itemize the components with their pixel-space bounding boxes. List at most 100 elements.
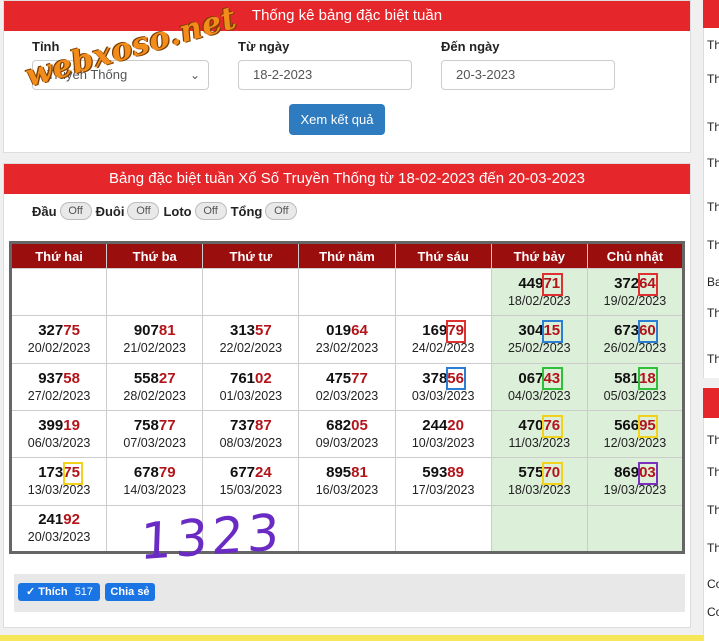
share-button[interactable]: Chia sẻ (105, 583, 155, 601)
number-prefix: 758 (133, 417, 159, 435)
result-date: 20/02/2023 (27, 341, 91, 356)
from-date-input[interactable]: 18-2-2023 (238, 60, 412, 90)
sidebar-item[interactable]: Th lo (707, 72, 719, 86)
like-label: Thích (38, 586, 68, 598)
page: Thống kê bảng đặc biệt tuần Tỉnh Truyền … (0, 0, 719, 641)
number-tail: 89 (447, 464, 464, 482)
result-number: 90781 (107, 322, 202, 340)
highlight-marker (445, 367, 467, 391)
result-date: 18/03/2023 (507, 483, 571, 498)
number-prefix: 895 (326, 464, 352, 482)
sidebar-item[interactable]: Th (707, 200, 719, 214)
table-row: 24192 20/03/2023 (9, 504, 685, 554)
toggle-tong[interactable]: Off (265, 202, 298, 220)
sidebar-item[interactable]: Th th (707, 306, 719, 320)
sidebar-item[interactable]: Th (707, 120, 719, 134)
result-cell: 37264 19/02/2023 (586, 267, 685, 317)
number-tail: 92 (63, 511, 80, 529)
sidebar-item[interactable]: Co (707, 577, 719, 591)
sidebar-item[interactable]: Th (707, 541, 719, 555)
result-number: 47076 (492, 417, 587, 435)
like-count: 517 (74, 586, 94, 598)
result-number: 75877 (107, 417, 202, 435)
number-tail: 81 (158, 322, 176, 340)
sidebar-header (703, 0, 719, 28)
result-cell: 75877 07/03/2023 (106, 409, 204, 459)
result-date: 16/03/2023 (315, 483, 379, 498)
result-cell (490, 504, 588, 554)
result-cell: 47076 11/03/2023 (490, 409, 588, 459)
result-date: 04/03/2023 (507, 388, 571, 403)
view-results-button[interactable]: Xem kết quả (289, 104, 385, 135)
number-prefix: 575 (518, 464, 544, 482)
results-panel-title: Bảng đặc biệt tuần Xổ Số Truyền Thống từ… (4, 164, 690, 194)
number-tail: 02 (255, 369, 272, 387)
number-prefix: 327 (38, 322, 64, 340)
number-prefix: 682 (326, 417, 352, 435)
result-cell (394, 267, 492, 317)
toggle-duoi[interactable]: Off (127, 202, 160, 220)
number-prefix: 869 (614, 464, 640, 482)
number-prefix: 593 (422, 464, 448, 482)
sidebar-item[interactable]: Th (707, 352, 719, 366)
toggle-dau[interactable]: Off (59, 202, 92, 220)
result-cell: 93758 27/02/2023 (9, 362, 108, 411)
from-date-label: Từ ngày (238, 39, 290, 54)
sidebar-item[interactable]: Th (707, 433, 719, 447)
number-prefix: 581 (614, 369, 640, 387)
sidebar-item[interactable]: Th (707, 38, 719, 52)
number-prefix: 907 (133, 322, 159, 340)
result-number: 55827 (107, 370, 202, 388)
highlight-marker (62, 461, 84, 485)
result-number: 67879 (107, 464, 202, 482)
result-number: 59389 (396, 464, 491, 482)
result-number: 37264 (588, 275, 682, 293)
number-prefix: 673 (614, 322, 640, 340)
result-number: 39919 (12, 417, 106, 435)
header-sunday: Chủ nhật (586, 242, 685, 269)
sidebar-item[interactable]: Th (707, 503, 719, 517)
result-cell: 47577 02/03/2023 (298, 362, 396, 411)
result-cell: 86903 19/03/2023 (586, 457, 685, 506)
sidebar-item[interactable]: Co Vi (707, 605, 719, 619)
result-number: 16979 (396, 322, 491, 340)
number-prefix: 761 (229, 369, 256, 387)
result-cell (298, 504, 396, 554)
result-number: 01964 (299, 322, 394, 340)
number-prefix: 173 (38, 464, 64, 482)
result-number: 32775 (12, 322, 106, 340)
table-header-row: Thứ hai Thứ ba Thứ tư Thứ năm Thứ sáu Th… (9, 242, 685, 269)
result-cell: 37856 03/03/2023 (394, 362, 492, 411)
result-cell: 24192 20/03/2023 (9, 504, 108, 554)
result-date: 19/02/2023 (603, 294, 667, 309)
sidebar-item[interactable]: Th (707, 465, 719, 479)
result-cell: 30415 25/02/2023 (490, 315, 588, 364)
result-date: 02/03/2023 (315, 388, 379, 403)
result-cell: 89581 16/03/2023 (298, 457, 396, 506)
like-button[interactable]: ✓ Thích 517 (18, 583, 100, 601)
sidebar-item[interactable]: Th (707, 238, 719, 252)
toggle-loto[interactable]: Off (194, 202, 227, 220)
result-cell: 31357 22/02/2023 (202, 315, 300, 364)
result-cell: 44971 18/02/2023 (490, 267, 588, 317)
result-date: 22/02/2023 (219, 341, 283, 356)
sidebar-item[interactable]: Th lo (707, 156, 719, 170)
number-prefix: 470 (518, 417, 544, 435)
header-monday: Thứ hai (9, 242, 108, 269)
number-tail: 27 (158, 369, 176, 387)
table-row: 44971 18/02/2023 37264 19/02/2023 (9, 267, 685, 317)
table-row: 32775 20/02/2023 90781 21/02/2023 31357 22/02… (9, 315, 685, 364)
result-date: 11/03/2023 (508, 436, 571, 451)
to-date-input[interactable]: 20-3-2023 (441, 60, 615, 90)
sidebar-item[interactable]: Ba (707, 275, 719, 289)
check-icon: ✓ (26, 586, 36, 598)
result-cell: 55827 28/02/2023 (106, 362, 204, 411)
header-thursday: Thứ năm (298, 242, 396, 269)
result-cell: 39919 06/03/2023 (9, 409, 108, 459)
number-prefix: 244 (422, 417, 448, 435)
result-number: 67360 (588, 322, 682, 340)
number-prefix: 678 (133, 464, 159, 482)
result-date: 06/03/2023 (27, 436, 91, 451)
result-date: 09/03/2023 (315, 436, 379, 451)
highlight-marker (541, 461, 563, 485)
